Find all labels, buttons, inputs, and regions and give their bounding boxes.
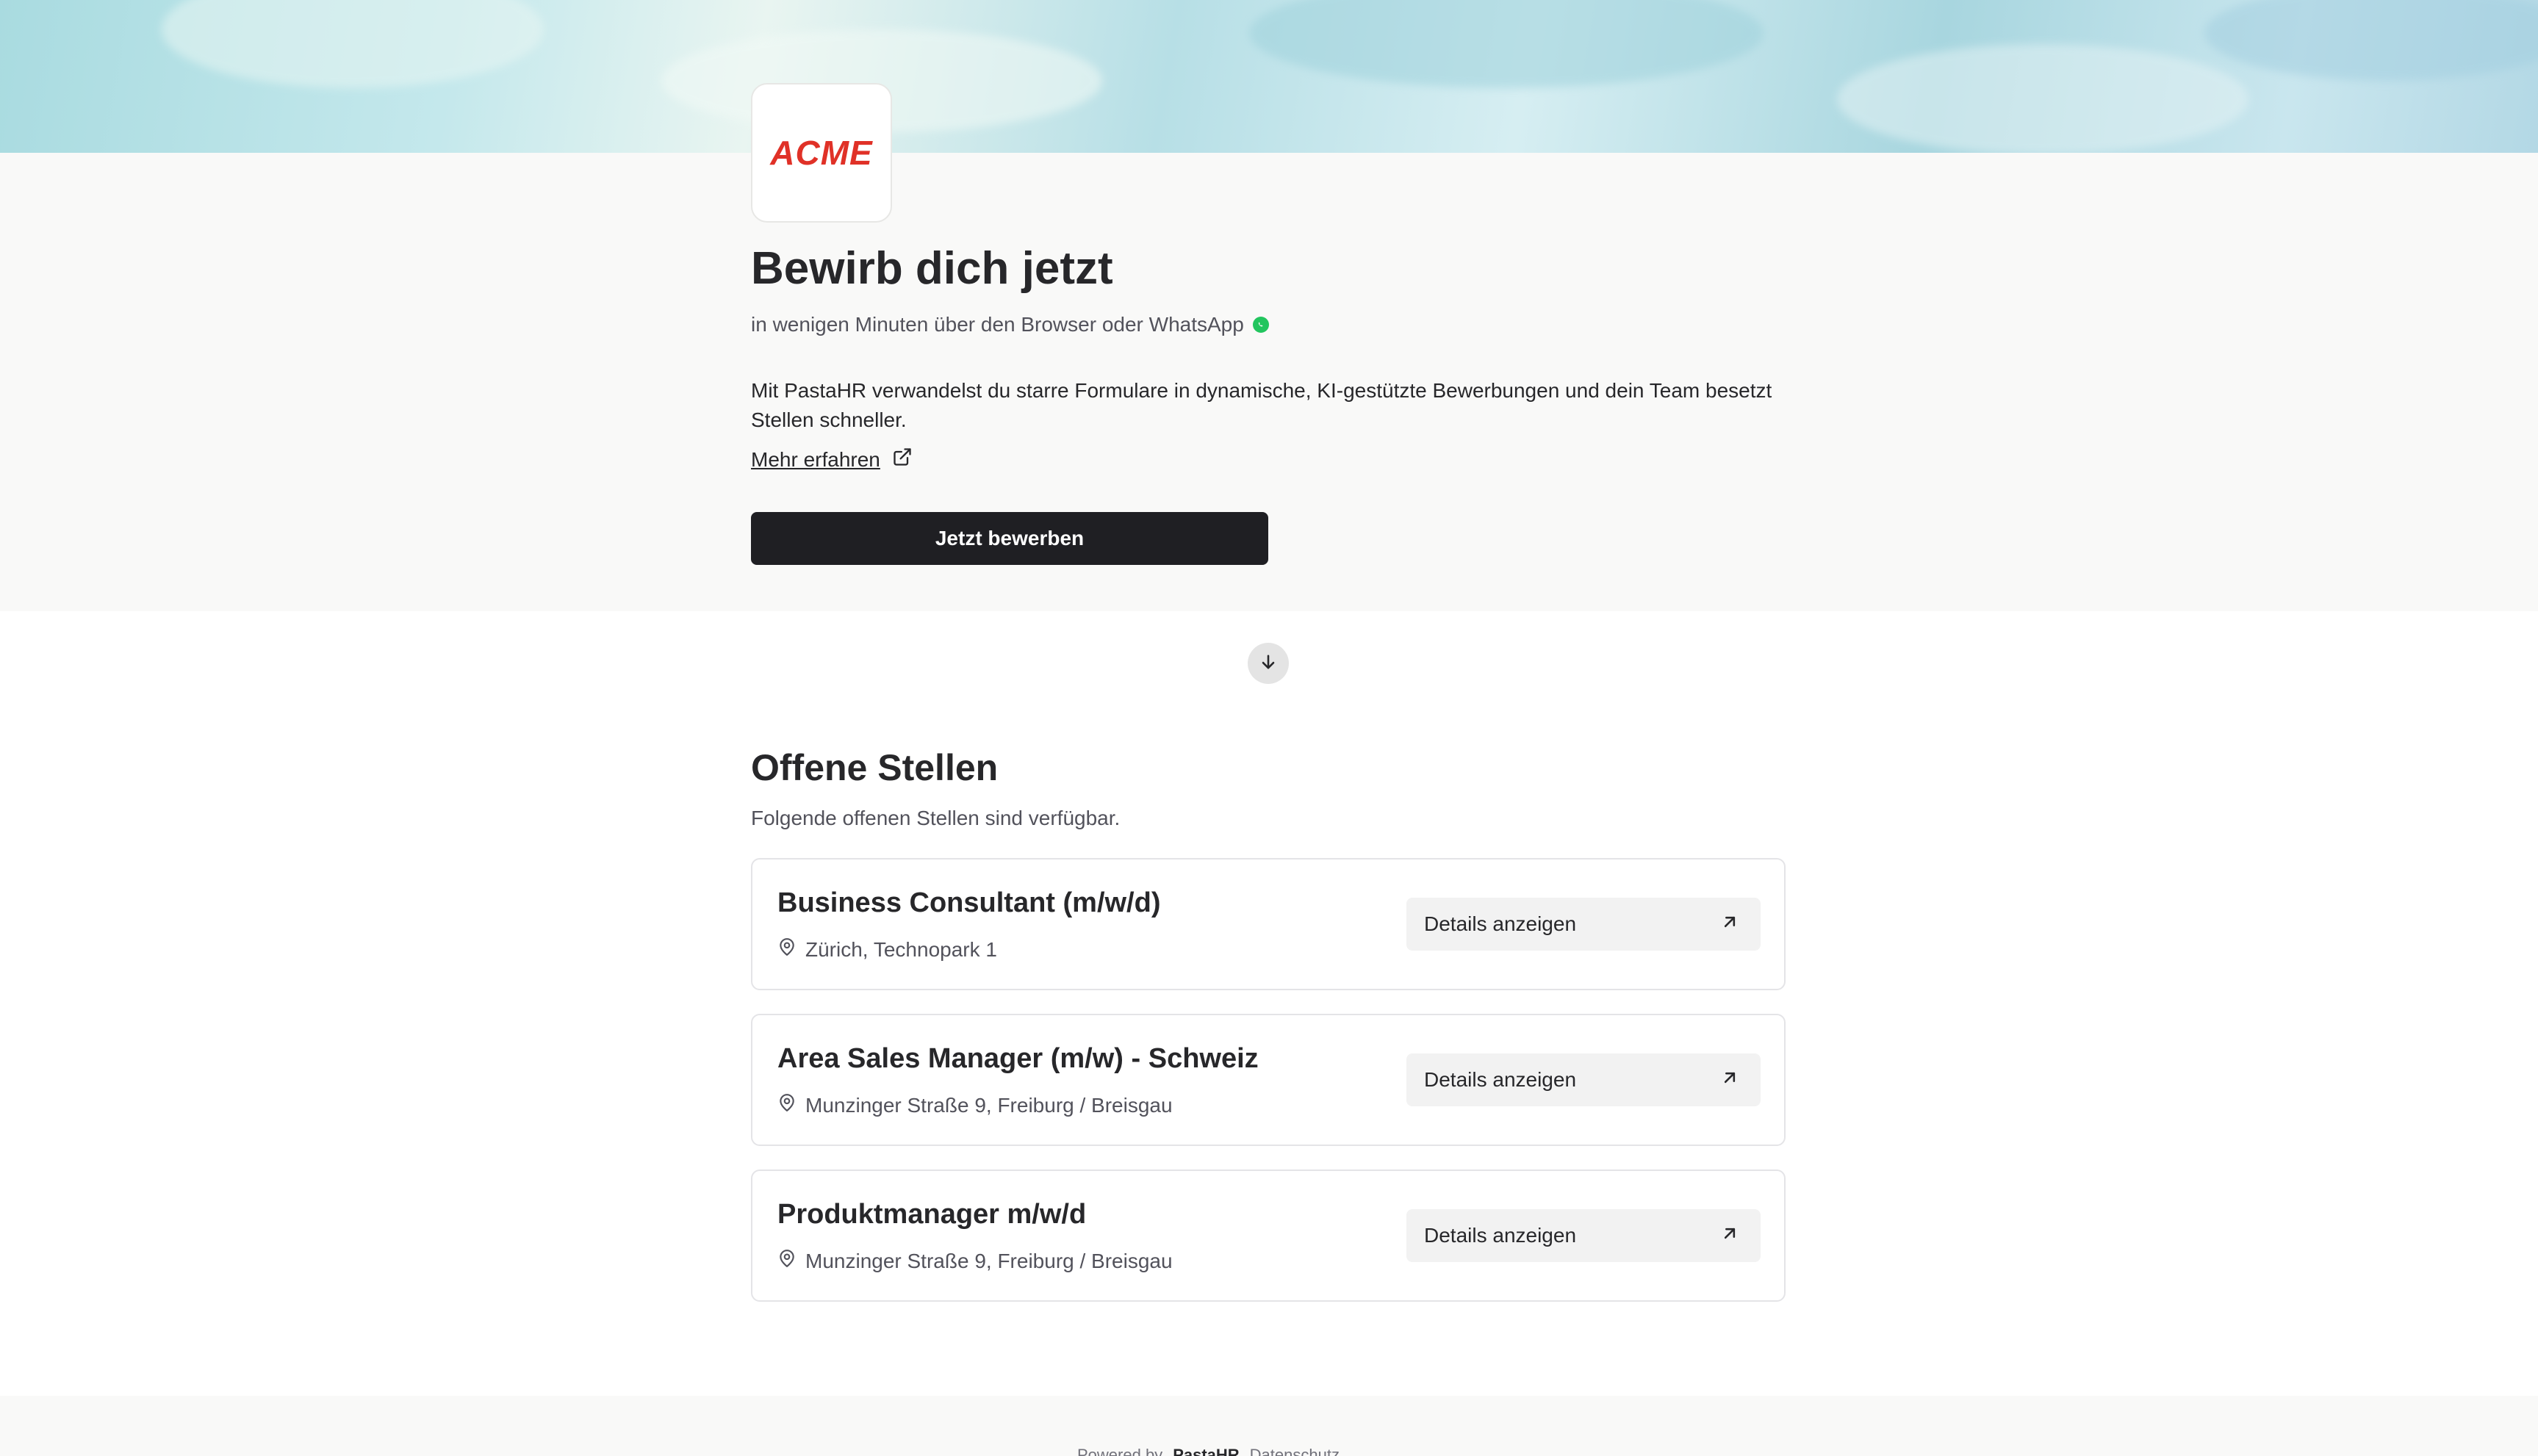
privacy-link[interactable]: Datenschutz — [1250, 1446, 1340, 1456]
arrow-up-right-icon — [1719, 1223, 1740, 1249]
jobs-section-title: Offene Stellen — [751, 747, 999, 788]
subtitle-text: in wenigen Minuten über den Browser oder… — [751, 313, 1244, 336]
details-button[interactable]: Details anzeigen — [1406, 1209, 1761, 1262]
hero-intro: Mit PastaHR verwandelst du starre Formul… — [751, 379, 1772, 431]
job-card[interactable]: Business Consultant (m/w/d) Zürich, Tech… — [751, 858, 1786, 990]
logo-wordmark: ACME — [770, 134, 873, 172]
job-card[interactable]: Area Sales Manager (m/w) - Schweiz Munzi… — [751, 1014, 1786, 1146]
company-logo: ACME — [751, 83, 892, 223]
header-banner — [0, 0, 2538, 153]
details-label: Details anzeigen — [1424, 912, 1577, 935]
map-pin-icon — [777, 1093, 797, 1117]
apply-now-button[interactable]: Jetzt bewerben — [751, 512, 1268, 565]
job-location-text: Zürich, Technopark 1 — [805, 937, 997, 961]
learn-more-link[interactable]: Mehr erfahren — [751, 447, 913, 472]
details-label: Details anzeigen — [1424, 1068, 1577, 1091]
details-button[interactable]: Details anzeigen — [1406, 1053, 1761, 1106]
footer-brand-link[interactable]: PastaHR — [1173, 1446, 1239, 1456]
whatsapp-icon — [1252, 317, 1269, 333]
details-button[interactable]: Details anzeigen — [1406, 898, 1761, 951]
job-location-text: Munzinger Straße 9, Freiburg / Breisgau — [805, 1093, 1173, 1117]
job-card[interactable]: Produktmanager m/w/d Munzinger Straße 9,… — [751, 1170, 1786, 1302]
arrow-up-right-icon — [1719, 912, 1740, 937]
map-pin-icon — [777, 937, 797, 962]
jobs-section-subtitle: Folgende offenen Stellen sind verfügbar. — [751, 807, 1121, 829]
map-pin-icon — [777, 1249, 797, 1273]
page-title: Bewirb dich jetzt — [751, 243, 1113, 294]
job-location-text: Munzinger Straße 9, Freiburg / Breisgau — [805, 1249, 1173, 1272]
job-location: Munzinger Straße 9, Freiburg / Breisgau — [777, 1249, 1173, 1273]
job-title: Business Consultant (m/w/d) — [777, 887, 1161, 918]
arrow-down-icon — [1258, 652, 1279, 676]
powered-by-text: Powered by — [1077, 1446, 1163, 1456]
job-location: Munzinger Straße 9, Freiburg / Breisgau — [777, 1093, 1173, 1117]
job-location: Zürich, Technopark 1 — [777, 937, 997, 962]
details-label: Details anzeigen — [1424, 1224, 1577, 1247]
learn-more-label: Mehr erfahren — [751, 447, 880, 471]
job-title: Area Sales Manager (m/w) - Schweiz — [777, 1043, 1259, 1074]
footer-powered-by: Powered by PastaHR Datenschutz — [1077, 1446, 1340, 1456]
hero-subtitle: in wenigen Minuten über den Browser oder… — [751, 313, 1269, 336]
arrow-up-right-icon — [1719, 1067, 1740, 1093]
job-title: Produktmanager m/w/d — [777, 1199, 1087, 1230]
external-link-icon — [892, 447, 913, 472]
scroll-down-button[interactable] — [1248, 643, 1289, 684]
